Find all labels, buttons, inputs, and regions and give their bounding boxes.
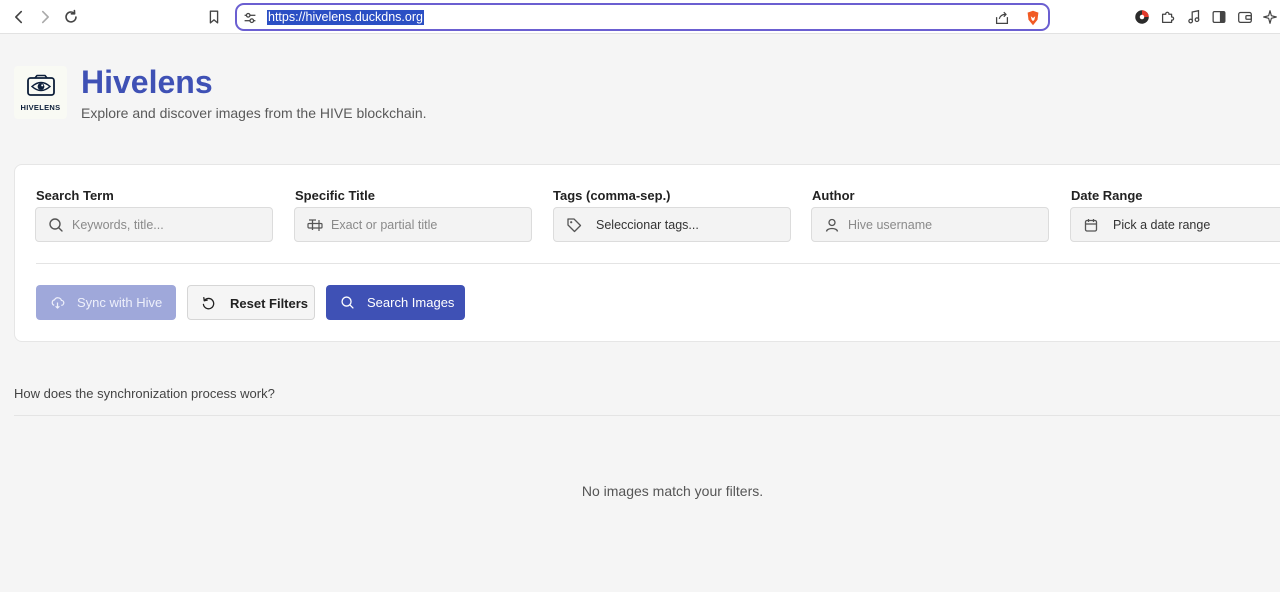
tags-placeholder: Seleccionar tags... <box>596 218 699 232</box>
leo-ai-icon[interactable] <box>1260 7 1280 27</box>
page-title: Hivelens <box>81 64 213 100</box>
bookmark-icon[interactable] <box>204 7 224 27</box>
sync-button-label: Sync with Hive <box>77 295 163 310</box>
calendar-icon <box>1083 217 1099 233</box>
logo-text: HIVELENS <box>20 102 61 112</box>
search-icon <box>48 217 64 233</box>
date-range-picker[interactable]: Pick a date range <box>1070 207 1280 242</box>
specific-title-placeholder: Exact or partial title <box>331 218 438 232</box>
sync-button[interactable]: Sync with Hive <box>36 285 176 320</box>
tags-select[interactable]: Seleccionar tags... <box>553 207 791 242</box>
wallet-icon[interactable] <box>1235 7 1255 27</box>
forward-arrow-icon[interactable] <box>35 7 55 27</box>
browser-toolbar: https://hivelens.duckdns.org <box>0 0 1280 34</box>
search-term-placeholder: Keywords, title... <box>72 218 164 232</box>
author-input[interactable]: Hive username <box>811 207 1049 242</box>
reload-icon[interactable] <box>61 7 81 27</box>
site-logo[interactable]: HIVELENS <box>14 66 67 119</box>
specific-title-input[interactable]: Exact or partial title <box>294 207 532 242</box>
share-icon[interactable] <box>992 8 1012 28</box>
site-settings-icon[interactable] <box>240 8 260 28</box>
media-icon[interactable] <box>1184 7 1204 27</box>
date-range-label: Date Range <box>1071 188 1143 203</box>
address-bar[interactable]: https://hivelens.duckdns.org <box>235 3 1050 31</box>
faq-divider <box>14 415 1280 416</box>
back-arrow-icon[interactable] <box>9 7 29 27</box>
tag-icon <box>566 217 582 233</box>
sync-faq-toggle[interactable]: How does the synchronization process wor… <box>14 385 275 402</box>
sidebar-icon[interactable] <box>1209 7 1229 27</box>
date-range-placeholder: Pick a date range <box>1113 218 1211 232</box>
tags-label: Tags (comma-sep.) <box>553 188 671 203</box>
reset-filters-button[interactable]: Reset Filters <box>187 285 315 320</box>
reset-filters-label: Reset Filters <box>230 296 309 311</box>
author-label: Author <box>812 188 855 203</box>
search-term-label: Search Term <box>36 188 114 203</box>
user-icon <box>824 217 840 233</box>
text-cursor-icon <box>307 217 323 233</box>
filter-divider <box>36 263 1280 264</box>
specific-title-label: Specific Title <box>295 188 375 203</box>
search-term-input[interactable]: Keywords, title... <box>35 207 273 242</box>
author-placeholder: Hive username <box>848 218 933 232</box>
extensions-icon[interactable] <box>1158 7 1178 27</box>
camera-eye-icon <box>26 74 56 101</box>
brave-shield-icon[interactable] <box>1023 8 1043 28</box>
profile-icon[interactable] <box>1132 7 1152 27</box>
search-images-label: Search Images <box>367 295 455 310</box>
url-text[interactable]: https://hivelens.duckdns.org <box>267 10 424 25</box>
search-images-button[interactable]: Search Images <box>326 285 465 320</box>
page-subtitle: Explore and discover images from the HIV… <box>81 105 427 121</box>
empty-results-message: No images match your filters. <box>581 483 764 499</box>
